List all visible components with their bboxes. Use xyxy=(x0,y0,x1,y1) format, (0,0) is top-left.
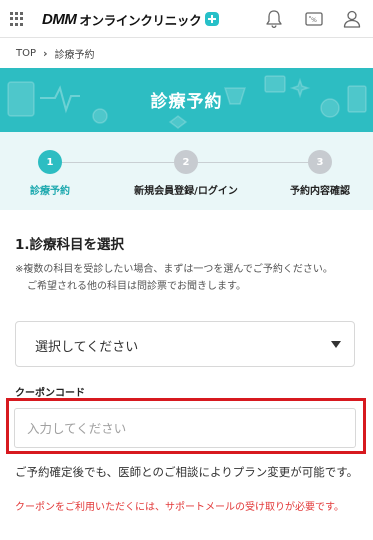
section-title: 1.診療科目を選択 xyxy=(15,237,125,253)
select-value: 選択してください xyxy=(35,340,139,355)
breadcrumb-top-link[interactable]: TOP xyxy=(16,48,36,59)
user-icon[interactable] xyxy=(341,8,363,30)
step-number: 3 xyxy=(308,150,332,174)
section-note: ※複数の科目を受診したい場合、まずは一つを選んでご予約ください。 ご希望される他… xyxy=(15,261,365,295)
caret-down-icon xyxy=(331,341,341,348)
coupon-ticket-icon[interactable]: % xyxy=(303,8,325,30)
site-header: DMM オンラインクリニック % xyxy=(0,0,373,38)
site-logo[interactable]: DMM オンラインクリニック xyxy=(42,9,220,29)
note-line: ※複数の科目を受診したい場合、まずは一つを選んでご予約ください。 xyxy=(15,264,333,275)
step-label: 予約内容確認 xyxy=(290,186,350,197)
svg-text:%: % xyxy=(311,17,317,24)
grid-menu-icon[interactable] xyxy=(10,12,24,26)
step-number: 1 xyxy=(38,150,62,174)
breadcrumb-current: 診療予約 xyxy=(54,49,95,61)
coupon-code-label: クーポンコード xyxy=(15,388,85,399)
logo-brand: DMM xyxy=(42,10,77,28)
coupon-warning: クーポンをご利用いただくには、サポートメールの受け取りが必要です。 xyxy=(15,502,344,513)
medical-cross-icon xyxy=(205,12,220,26)
department-select[interactable]: 選択してください xyxy=(15,321,355,367)
step-2: 2 新規会員登録/ログイン xyxy=(131,150,241,197)
page-banner: 診療予約 xyxy=(0,68,373,132)
logo-service-name: オンラインクリニック xyxy=(79,12,202,28)
step-number: 2 xyxy=(174,150,198,174)
step-1: 1 診療予約 xyxy=(0,150,105,197)
coupon-code-input[interactable] xyxy=(14,408,356,448)
note-line: ご希望される他の科目は問診票でお聞きします。 xyxy=(27,281,246,292)
step-label: 新規会員登録/ログイン xyxy=(134,186,238,197)
breadcrumb: TOP › 診療予約 xyxy=(0,38,373,68)
page-title: 診療予約 xyxy=(150,92,223,112)
bell-icon[interactable] xyxy=(263,8,285,30)
plan-change-note: ご予約確定後でも、医師とのご相談によりプラン変更が可能です。 xyxy=(15,465,359,479)
step-label: 診療予約 xyxy=(30,186,70,197)
chevron-right-icon: › xyxy=(43,46,48,60)
progress-stepper: 1 診療予約 2 新規会員登録/ログイン 3 予約内容確認 xyxy=(0,132,373,210)
step-3: 3 予約内容確認 xyxy=(265,150,373,197)
